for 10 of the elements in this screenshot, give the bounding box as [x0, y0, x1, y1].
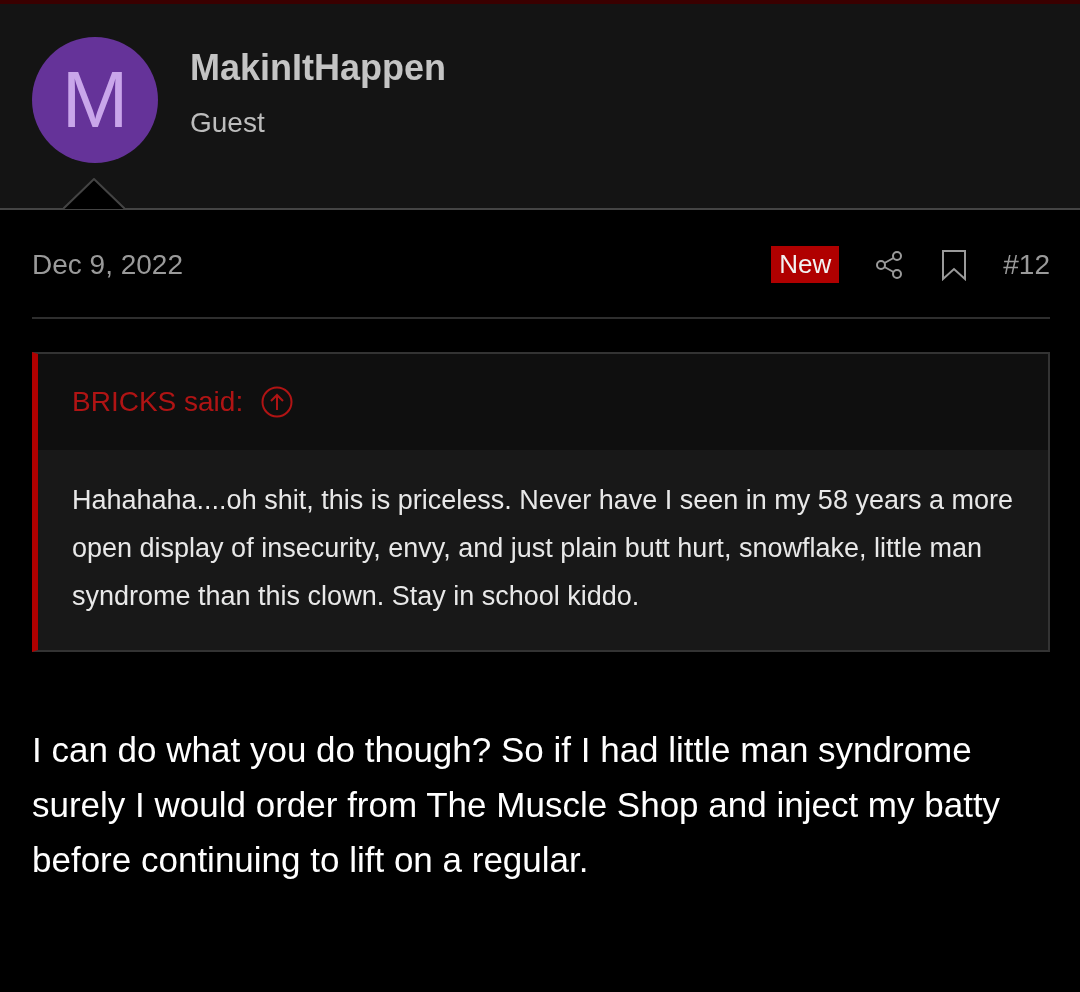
pointer-notch [63, 178, 125, 210]
post-text: I can do what you do though? So if I had little man syndrome surely I would order from The Muscle Shop and inject my batty before continuing to lift on a regular. [32, 729, 1002, 881]
user-avatar[interactable]: M [32, 37, 158, 163]
new-badge: New [771, 246, 840, 283]
post-number[interactable]: #12 [1003, 248, 1050, 281]
bookmark-icon[interactable] [941, 248, 968, 281]
user-title: Guest [190, 107, 266, 139]
quote-text: Hahahaha....oh shit, this is priceless. Never have I seen in my 58 years a more open display of insecurity, envy, and just plain butt hurt, snowflake, little man syndrome than this clown. Stay in school kiddo. [71, 484, 1014, 613]
post-date[interactable]: Dec 9, 2022 [32, 248, 772, 281]
username[interactable]: MakinItHappen [190, 47, 447, 89]
